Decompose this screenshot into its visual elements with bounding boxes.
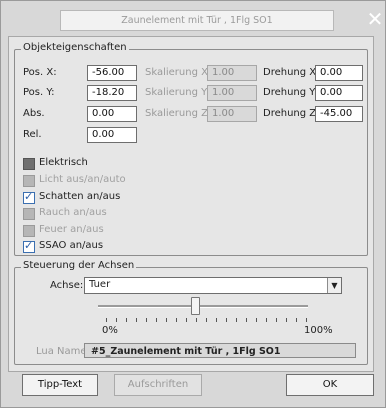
slider-tick xyxy=(136,318,137,322)
pos-x-input[interactable]: -56.00 xyxy=(87,65,137,81)
slider-tick xyxy=(286,318,287,322)
tipp-text-button[interactable]: Tipp-Text xyxy=(22,374,98,396)
checkbox-box xyxy=(23,225,35,237)
slider-tick xyxy=(166,318,167,322)
drehung-x-label: Drehung X: xyxy=(263,67,320,78)
achse-label: Achse: xyxy=(50,280,84,291)
abs-label: Abs. xyxy=(23,108,45,119)
slider-tick xyxy=(226,318,227,322)
rel-input[interactable]: 0.00 xyxy=(87,127,137,143)
drehung-y-input[interactable]: 0.00 xyxy=(315,85,363,101)
checkbox-box xyxy=(23,208,35,220)
achse-selected-value: Tuer xyxy=(89,279,111,290)
slider-tick xyxy=(256,318,257,322)
slider-track[interactable] xyxy=(98,305,308,308)
pos-y-label: Pos. Y: xyxy=(23,87,55,98)
slider-tick xyxy=(216,318,217,322)
drehung-x-input[interactable]: 0.00 xyxy=(315,65,363,81)
slider-tick xyxy=(296,318,297,322)
checkbox-box[interactable] xyxy=(23,158,35,170)
pos-x-label: Pos. X: xyxy=(23,67,57,78)
slider-max-label: 100% xyxy=(304,325,333,336)
lua-name-label: Lua Name: xyxy=(36,346,90,357)
slider-tick xyxy=(176,318,177,322)
slider-tick xyxy=(196,318,197,322)
objekteigenschaften-title: Objekteigenschaften xyxy=(21,42,129,53)
checkbox-label: Licht aus/an/auto xyxy=(39,174,126,185)
slider-tick xyxy=(126,318,127,322)
skalierung-x-input: 1.00 xyxy=(207,65,257,81)
steuerung-title: Steuerung der Achsen xyxy=(21,260,137,271)
checkbox-box[interactable] xyxy=(23,190,35,204)
checkbox-box[interactable] xyxy=(23,239,35,253)
slider-tick xyxy=(156,318,157,322)
skalierung-x-label: Skalierung X: xyxy=(145,67,212,78)
slider-tick xyxy=(276,318,277,322)
checkbox-label: Rauch an/aus xyxy=(39,207,107,218)
achse-select[interactable]: Tuer ▼ xyxy=(84,277,342,294)
slider-tick xyxy=(266,318,267,322)
slider-tick xyxy=(306,318,307,322)
pos-y-input[interactable]: -18.20 xyxy=(87,85,137,101)
ok-button[interactable]: OK xyxy=(286,374,374,396)
slider-tick xyxy=(146,318,147,322)
checkbox-label: SSAO an/aus xyxy=(39,240,104,251)
slider-thumb[interactable] xyxy=(190,297,200,315)
close-icon[interactable]: ✕ xyxy=(366,9,384,29)
slider-tick xyxy=(186,318,187,322)
lua-name-field: #5_Zaunelement mit Tür , 1Flg SO1 xyxy=(84,343,356,358)
skalierung-y-label: Skalierung Y: xyxy=(145,87,210,98)
slider-tick xyxy=(206,318,207,322)
abs-input[interactable]: 0.00 xyxy=(87,106,137,122)
window-title: Zaunelement mit Tür , 1Flg SO1 xyxy=(60,10,334,31)
skalierung-z-label: Skalierung Z: xyxy=(145,108,212,119)
rel-label: Rel. xyxy=(23,129,42,140)
checkbox-label: Feuer an/aus xyxy=(39,224,104,235)
checkbox-box xyxy=(23,175,35,187)
checkbox-label: Schatten an/aus xyxy=(39,191,121,202)
skalierung-y-input: 1.00 xyxy=(207,85,257,101)
slider-tick xyxy=(106,318,107,322)
aufschriften-button: Aufschriften xyxy=(114,374,202,396)
drehung-z-input[interactable]: -45.00 xyxy=(315,106,363,122)
dialog-body: Objekteigenschaften Pos. X: -56.00 Pos. … xyxy=(8,36,374,372)
checkbox-label: Elektrisch xyxy=(39,157,88,168)
slider-tick xyxy=(246,318,247,322)
slider-min-label: 0% xyxy=(102,325,118,336)
drehung-y-label: Drehung Y: xyxy=(263,87,318,98)
skalierung-z-input: 1.00 xyxy=(207,106,257,122)
slider-tick xyxy=(236,318,237,322)
slider-tick xyxy=(116,318,117,322)
chevron-down-icon[interactable]: ▼ xyxy=(327,278,341,293)
drehung-z-label: Drehung Z: xyxy=(263,108,320,119)
